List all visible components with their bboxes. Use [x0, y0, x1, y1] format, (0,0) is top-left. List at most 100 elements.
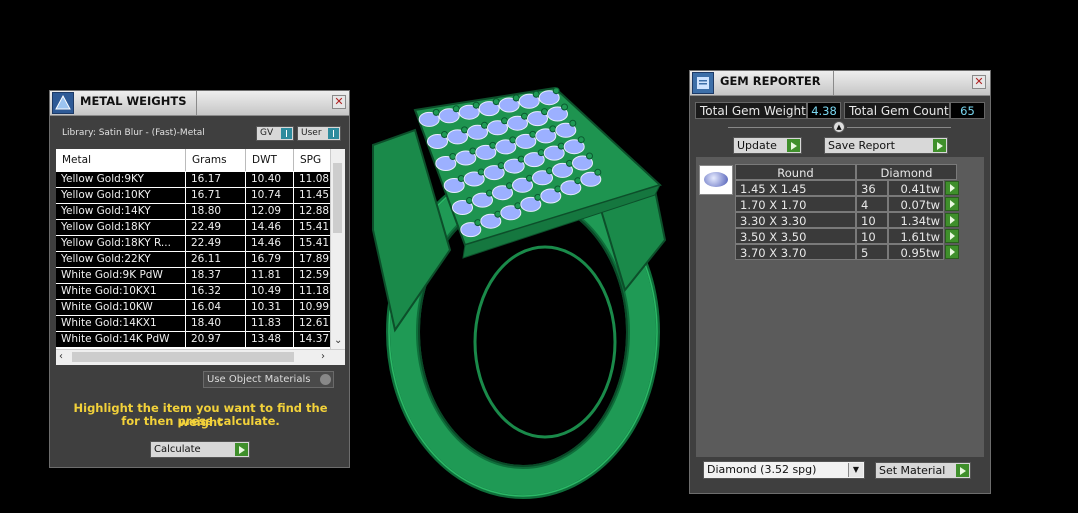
gem-weight: 0.41tw	[888, 180, 944, 196]
col-header-dwt[interactable]: DWT	[246, 149, 294, 171]
select-gem-button[interactable]	[945, 197, 959, 211]
table-row[interactable]: Yellow Gold:22KY 26.11 16.79 17.89	[56, 252, 334, 267]
prong	[449, 153, 457, 160]
prong	[541, 108, 548, 116]
table-row[interactable]: White Gold:9K PdW 18.37 11.81 12.59	[56, 268, 334, 283]
user-toggle-label: User	[301, 128, 322, 138]
prong	[569, 119, 577, 127]
prong	[497, 162, 505, 170]
prong	[552, 87, 560, 95]
table-cell: 14.37	[294, 332, 334, 347]
play-icon	[956, 464, 969, 477]
close-icon[interactable]: ✕	[972, 75, 986, 89]
material-header: Diamond	[856, 164, 957, 180]
material-select[interactable]: Diamond (3.52 spg) ▼	[703, 461, 865, 479]
prong	[501, 117, 508, 125]
collapse-icon[interactable]: ▲	[833, 121, 845, 133]
table-cell: 10.74	[246, 188, 294, 203]
col-header-metal[interactable]: Metal	[56, 149, 186, 171]
gem-count: 10	[856, 228, 888, 244]
table-row[interactable]: White Gold:14K PdW 20.97 13.48 14.37	[56, 332, 334, 347]
prong	[594, 168, 602, 176]
table-cell: 11.83	[246, 316, 294, 331]
table-cell: 12.61	[294, 316, 334, 331]
select-gem-button[interactable]	[945, 181, 959, 195]
panel-title: METAL WEIGHTS	[80, 94, 187, 108]
prong	[452, 105, 460, 113]
prong	[472, 101, 480, 109]
col-header-spg[interactable]: SPG	[294, 149, 334, 171]
update-button[interactable]: Update	[733, 137, 802, 154]
table-cell: 20.97	[186, 332, 246, 347]
prong	[477, 168, 485, 176]
prong	[432, 108, 440, 116]
ring-model-viewport[interactable]	[355, 70, 685, 510]
select-gem-button[interactable]	[945, 245, 959, 259]
shape-header: Round	[735, 164, 856, 180]
table-cell: 16.17	[186, 172, 246, 187]
gem-weight: 0.95tw	[888, 244, 944, 260]
hint-line-2: for then press calculate.	[121, 414, 280, 428]
metal-table[interactable]: Metal Grams DWT SPG Yellow Gold:9KY 16.17…	[56, 149, 345, 365]
table-cell: 11.81	[246, 268, 294, 283]
table-row[interactable]: Yellow Gold:10KY 16.71 10.74 11.45	[56, 188, 334, 203]
table-cell: 22.49	[186, 220, 246, 235]
gem-size: 3.50 X 3.50	[735, 228, 856, 244]
prong	[474, 219, 482, 227]
close-icon[interactable]: ✕	[332, 95, 346, 109]
table-row[interactable]: Yellow Gold:18KY R... 22.49 14.46 15.41	[56, 236, 334, 251]
gv-toggle-label: GV	[260, 128, 274, 138]
table-row[interactable]: White Gold:14KX1 18.40 11.83 12.61	[56, 316, 334, 331]
gv-toggle[interactable]: GV	[256, 126, 294, 141]
prong	[534, 193, 542, 201]
prong	[514, 202, 522, 210]
prong	[469, 147, 477, 155]
calculate-button[interactable]: Calculate	[150, 441, 250, 458]
table-row[interactable]: Yellow Gold:18KY 22.49 14.46 15.41	[56, 220, 334, 235]
gem-weight: 1.34tw	[888, 212, 944, 228]
gem-reporter-titlebar[interactable]: GEM REPORTER ✕	[690, 71, 990, 96]
table-cell: 11.18	[294, 284, 334, 299]
prong	[512, 94, 520, 102]
metal-weights-titlebar[interactable]: METAL WEIGHTS ✕	[50, 91, 349, 116]
table-cell: White Gold:9K PdW	[56, 268, 186, 283]
ring-render	[372, 86, 667, 499]
prong	[457, 175, 465, 182]
vertical-scrollbar[interactable]: ⌄	[330, 149, 345, 349]
divider	[847, 127, 951, 128]
select-gem-button[interactable]	[945, 213, 959, 227]
prong	[466, 197, 473, 204]
calculate-label: Calculate	[154, 444, 201, 455]
play-icon	[235, 443, 248, 456]
vertical-scroll-thumb[interactable]	[333, 163, 342, 233]
prong	[481, 121, 488, 129]
horizontal-scroll-thumb[interactable]	[72, 352, 294, 362]
col-header-grams[interactable]: Grams	[186, 149, 246, 171]
table-cell: 14.46	[246, 236, 294, 251]
prong	[486, 189, 493, 197]
table-cell: 10.40	[246, 172, 294, 187]
metal-weights-panel: METAL WEIGHTS ✕ Library: Satin Blur - (F…	[49, 90, 350, 468]
round-diamond-icon[interactable]	[699, 165, 733, 195]
prong	[489, 141, 497, 149]
user-toggle[interactable]: User	[297, 126, 341, 141]
select-gem-button[interactable]	[945, 229, 959, 243]
table-row[interactable]: White Gold:10KW 16.04 10.31 10.99	[56, 300, 334, 315]
table-row[interactable]: Yellow Gold:14KY 18.80 12.09 12.88	[56, 204, 334, 219]
gem-reporter-icon	[692, 72, 714, 94]
scroll-right-icon[interactable]: ›	[321, 351, 325, 363]
table-cell: 12.09	[246, 204, 294, 219]
scroll-left-icon[interactable]: ‹	[59, 351, 63, 363]
scroll-down-icon[interactable]: ⌄	[334, 335, 342, 347]
chevron-down-icon[interactable]: ▼	[848, 463, 863, 477]
title-divider	[833, 71, 834, 95]
horizontal-scrollbar[interactable]: ‹ ›	[56, 349, 345, 365]
table-row[interactable]: Yellow Gold:9KY 16.17 10.40 11.08	[56, 172, 334, 187]
divider	[728, 127, 832, 128]
table-cell: 13.48	[246, 332, 294, 347]
use-object-materials-button[interactable]: Use Object Materials	[203, 371, 334, 388]
set-material-button[interactable]: Set Material	[875, 462, 971, 479]
material-select-value: Diamond (3.52 spg)	[707, 463, 817, 476]
save-report-button[interactable]: Save Report	[824, 137, 948, 154]
table-row[interactable]: White Gold:10KX1 16.32 10.49 11.18	[56, 284, 334, 299]
